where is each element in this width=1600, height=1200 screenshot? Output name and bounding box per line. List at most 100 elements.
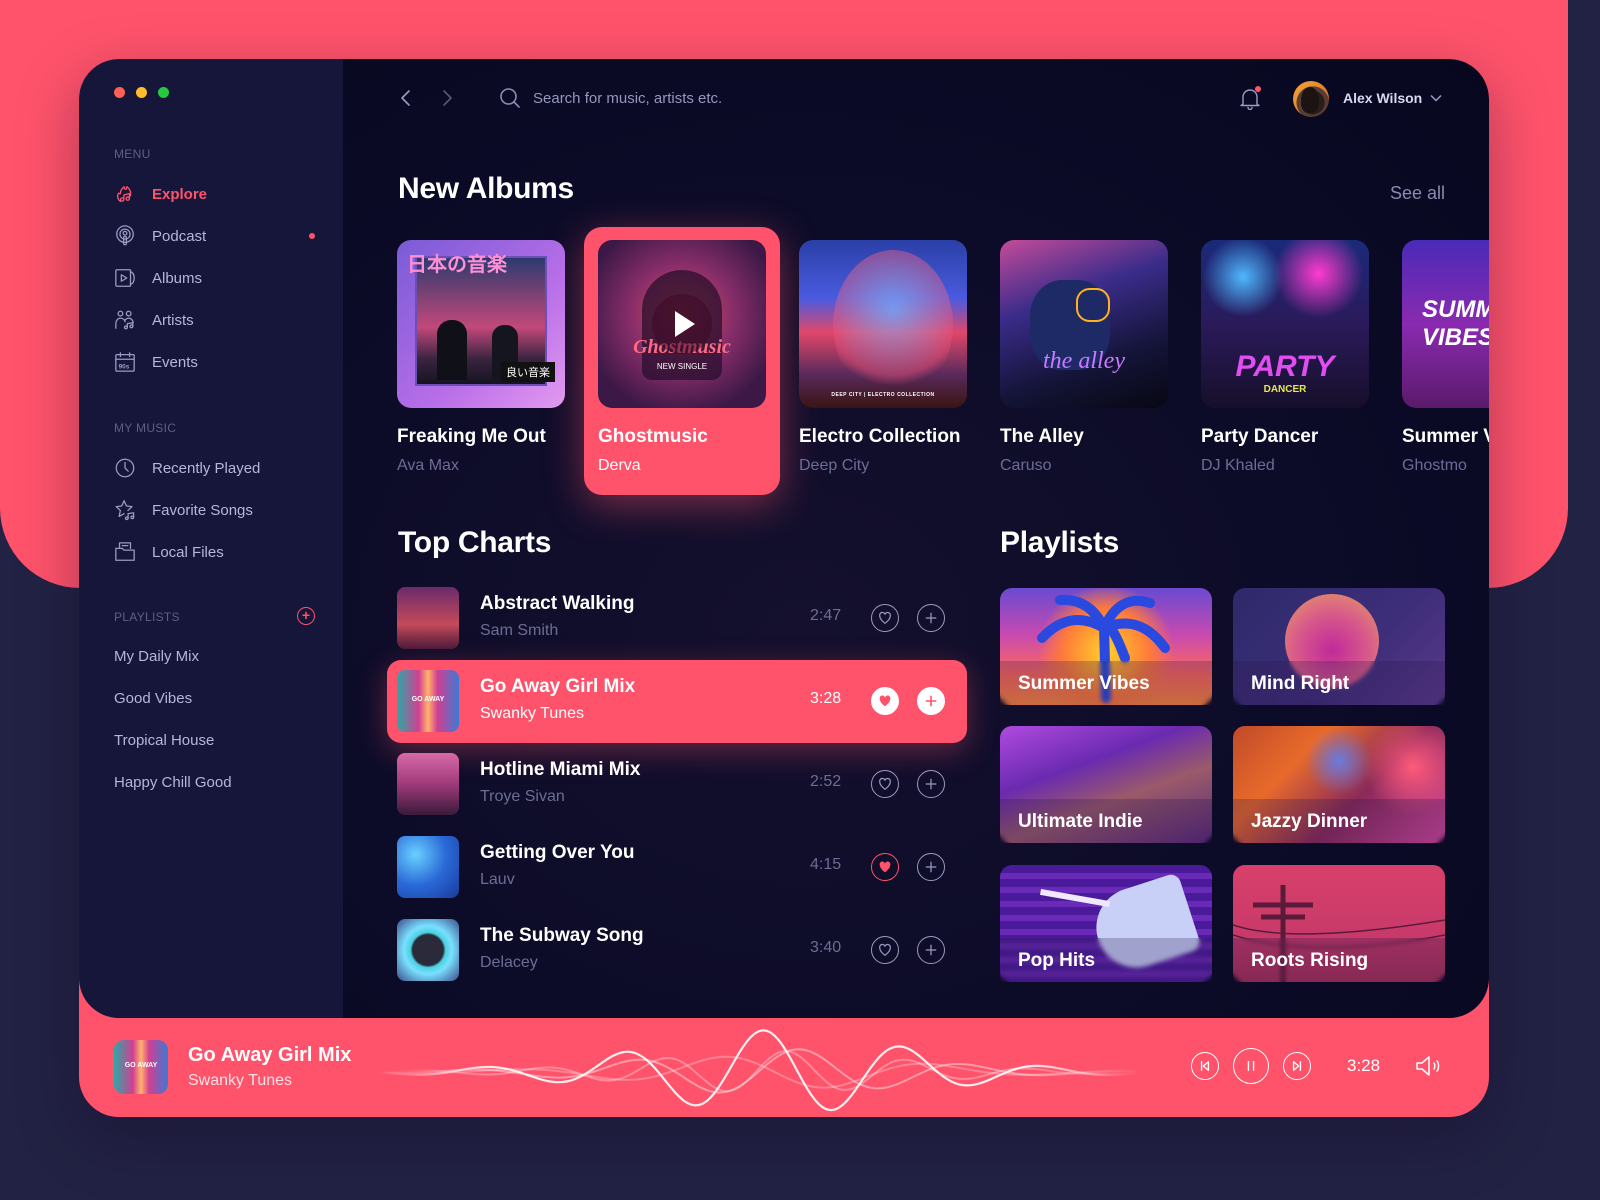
sidebar-item-label: Explore xyxy=(152,185,208,203)
sidebar-item-albums[interactable]: Albums xyxy=(114,265,202,291)
notification-badge xyxy=(1255,86,1261,92)
album-card[interactable]: the alley The Alley Caruso xyxy=(1000,240,1168,474)
notifications-button[interactable] xyxy=(1239,86,1261,111)
heart-outline-icon xyxy=(879,777,891,790)
previous-button[interactable] xyxy=(1191,1052,1219,1080)
album-title: Freaking Me Out xyxy=(397,426,546,447)
podcast-new-badge xyxy=(309,233,315,239)
back-button[interactable] xyxy=(398,87,414,109)
maximize-window-button[interactable] xyxy=(158,87,169,98)
play-album-button[interactable] xyxy=(652,294,712,354)
playlist-card[interactable]: Jazzy Dinner xyxy=(1233,726,1445,843)
album-title: Ghostmusic xyxy=(598,426,708,447)
like-button[interactable] xyxy=(871,604,899,632)
like-button[interactable] xyxy=(871,770,899,798)
album-card[interactable]: PARTY DANCER Party Dancer DJ Khaled xyxy=(1201,240,1369,474)
sidebar-playlist-item[interactable]: Tropical House xyxy=(114,732,214,749)
plus-icon xyxy=(925,861,937,873)
avatar[interactable] xyxy=(1293,81,1329,117)
album-title: The Alley xyxy=(1000,426,1084,447)
track-thumbnail xyxy=(397,587,459,649)
track-artist: Lauv xyxy=(480,871,515,888)
search-input[interactable] xyxy=(533,85,933,111)
waveform-visualizer[interactable] xyxy=(379,1024,1139,1114)
playlist-card[interactable]: Ultimate Indie xyxy=(1000,726,1212,843)
cover-text: the alley xyxy=(1043,348,1125,374)
track-title: The Subway Song xyxy=(480,925,644,946)
track-artist: Troye Sivan xyxy=(480,788,565,805)
skip-back-icon xyxy=(1200,1061,1210,1071)
playlist-card[interactable]: Summer Vibes xyxy=(1000,588,1212,705)
album-card[interactable]: SUMMER VIBES Summer Vibes Ghostmo xyxy=(1402,240,1489,474)
add-to-playlist-button[interactable] xyxy=(917,604,945,632)
album-artist: Deep City xyxy=(799,457,870,474)
sidebar-item-explore[interactable]: Explore xyxy=(114,181,207,207)
window-controls xyxy=(114,87,169,98)
star-music-icon xyxy=(114,499,136,521)
heart-outline-icon xyxy=(879,943,891,956)
minimize-window-button[interactable] xyxy=(136,87,147,98)
track-duration: 3:28 xyxy=(810,690,842,707)
track-row[interactable]: The Subway Song Delacey 3:40 xyxy=(387,909,967,992)
sidebar-playlist-item[interactable]: Happy Chill Good xyxy=(114,774,232,791)
pause-button[interactable] xyxy=(1233,1048,1269,1084)
chevron-down-icon[interactable] xyxy=(1429,91,1443,105)
now-playing-artist: Swanky Tunes xyxy=(188,1072,293,1089)
add-to-playlist-button[interactable] xyxy=(917,770,945,798)
track-duration: 2:52 xyxy=(810,773,842,790)
skip-forward-icon xyxy=(1292,1061,1302,1071)
track-row-active[interactable]: GO AWAY Go Away Girl Mix Swanky Tunes 3:… xyxy=(387,660,967,743)
top-charts-title: Top Charts xyxy=(398,526,552,559)
add-to-playlist-button[interactable] xyxy=(917,687,945,715)
like-button[interactable] xyxy=(871,936,899,964)
track-row[interactable]: Abstract Walking Sam Smith 2:47 xyxy=(387,577,967,660)
new-albums-title: New Albums xyxy=(398,172,574,205)
playlist-card[interactable]: Mind Right xyxy=(1233,588,1445,705)
track-thumbnail xyxy=(397,919,459,981)
sidebar-item-recently-played[interactable]: Recently Played xyxy=(114,455,260,481)
chevron-right-icon xyxy=(443,90,452,106)
sidebar-playlist-item[interactable]: Good Vibes xyxy=(114,690,192,707)
heart-filled-icon xyxy=(879,695,891,707)
track-duration: 3:40 xyxy=(810,939,842,956)
close-window-button[interactable] xyxy=(114,87,125,98)
next-button[interactable] xyxy=(1283,1052,1311,1080)
sidebar-item-podcast[interactable]: Podcast xyxy=(114,223,206,249)
add-to-playlist-button[interactable] xyxy=(917,853,945,881)
see-all-link[interactable]: See all xyxy=(1390,183,1445,204)
track-duration: 4:15 xyxy=(810,856,842,873)
volume-button[interactable] xyxy=(1415,1054,1445,1078)
like-button[interactable] xyxy=(871,853,899,881)
playlist-card[interactable]: Roots Rising xyxy=(1233,865,1445,982)
add-to-playlist-button[interactable] xyxy=(917,936,945,964)
my-music-section-label: MY MUSIC xyxy=(114,421,177,435)
sidebar-item-local-files[interactable]: Local Files xyxy=(114,539,224,565)
add-playlist-button[interactable]: + xyxy=(297,607,315,625)
track-title: Go Away Girl Mix xyxy=(480,676,636,697)
sidebar-item-label: Albums xyxy=(152,269,203,287)
folder-icon xyxy=(114,541,136,563)
playback-time: 3:28 xyxy=(1347,1056,1381,1075)
cover-subtext: NEW SINGLE xyxy=(656,362,708,371)
calendar-icon: 90s xyxy=(114,351,136,373)
playlist-name: Summer Vibes xyxy=(1018,673,1150,694)
album-cover: Ghostmusic NEW SINGLE xyxy=(598,240,766,408)
album-card-active[interactable]: Ghostmusic NEW SINGLE Ghostmusic Derva xyxy=(598,240,766,474)
sidebar-playlist-item[interactable]: My Daily Mix xyxy=(114,648,199,665)
sidebar-item-favorite-songs[interactable]: Favorite Songs xyxy=(114,497,253,523)
album-cover: DEEP CITY | ELECTRO COLLECTION xyxy=(799,240,967,408)
track-row[interactable]: Getting Over You Lauv 4:15 xyxy=(387,826,967,909)
user-name[interactable]: Alex Wilson xyxy=(1343,90,1422,106)
podcast-icon xyxy=(114,225,136,247)
now-playing-cover: GO AWAY xyxy=(114,1040,168,1094)
playlist-card[interactable]: Pop Hits xyxy=(1000,865,1212,982)
like-button[interactable] xyxy=(871,687,899,715)
search-icon xyxy=(499,87,521,109)
sidebar-item-artists[interactable]: Artists xyxy=(114,307,194,333)
album-card[interactable]: 日本の音楽 良い音楽 Freaking Me Out Ava Max xyxy=(397,240,565,474)
plus-icon xyxy=(925,612,937,624)
sidebar-item-events[interactable]: 90s Events xyxy=(114,349,198,375)
album-card[interactable]: DEEP CITY | ELECTRO COLLECTION Electro C… xyxy=(799,240,967,474)
track-row[interactable]: Hotline Miami Mix Troye Sivan 2:52 xyxy=(387,743,967,826)
forward-button[interactable] xyxy=(439,87,455,109)
